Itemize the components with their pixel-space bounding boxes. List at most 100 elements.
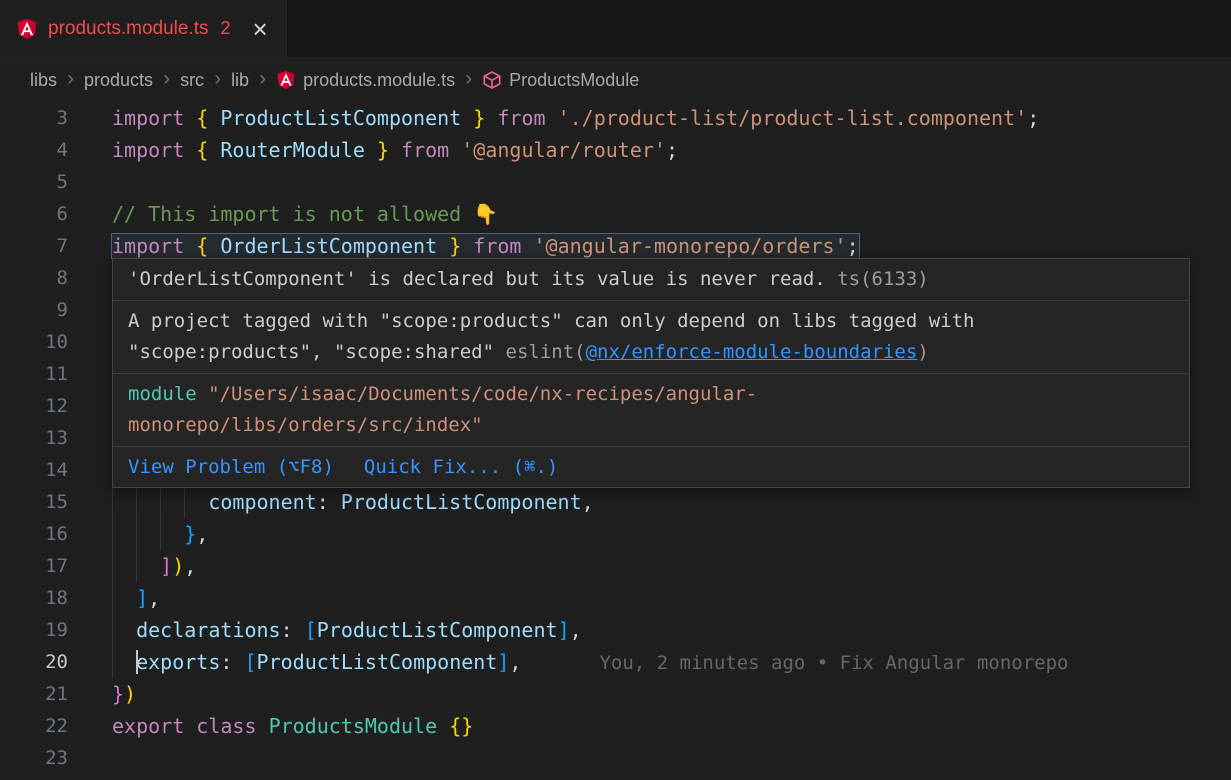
hover-text: 'OrderListComponent' is declared but its…	[128, 268, 826, 290]
breadcrumb: libs›products›src›lib›products.module.ts…	[0, 58, 1231, 102]
indent-guide	[184, 486, 185, 518]
editor-tab-bar: products.module.ts 2 ×	[0, 0, 1231, 58]
code-token: }	[473, 106, 485, 130]
module-symbol-icon	[482, 70, 502, 90]
quick-fix-action[interactable]: Quick Fix... (⌘.)	[364, 452, 558, 482]
code-token: import	[112, 234, 184, 258]
code-token	[184, 138, 196, 162]
code-line-21[interactable]: 21})	[0, 678, 1231, 710]
code-token: import	[112, 106, 184, 130]
indent-guide	[112, 486, 113, 518]
code-line-text: declarations: [ProductListComponent],	[112, 614, 582, 646]
code-line-text: },	[112, 518, 208, 550]
breadcrumb-label: libs	[30, 70, 57, 91]
code-token: ,	[570, 618, 582, 642]
code-token: ,	[184, 554, 196, 578]
breadcrumb-label: products	[84, 70, 153, 91]
code-token: {	[196, 138, 208, 162]
code-line-5[interactable]: 5	[0, 166, 1231, 198]
code-line-17[interactable]: 17 ]),	[0, 550, 1231, 582]
code-token: }	[377, 138, 389, 162]
code-token: OrderListComponent	[220, 234, 437, 258]
line-number: 23	[0, 742, 68, 774]
code-line-text: ]),	[112, 550, 196, 582]
text-cursor	[136, 650, 138, 674]
hover-text-line: 'OrderListComponent' is declared but its…	[128, 264, 1174, 295]
hover-text: "/Users/isaac/Documents/code/nx-recipes/…	[197, 383, 758, 405]
code-token: ;	[666, 138, 678, 162]
code-token	[184, 714, 196, 738]
line-number: 17	[0, 550, 68, 582]
indent-guide	[112, 518, 113, 550]
indent-guide	[112, 550, 113, 582]
breadcrumb-item-products[interactable]: products	[84, 70, 153, 91]
code-line-text: exports: [ProductListComponent],You, 2 m…	[112, 646, 1068, 678]
code-token	[208, 106, 220, 130]
hover-text-line: module "/Users/isaac/Documents/code/nx-r…	[128, 379, 1174, 410]
code-line-4[interactable]: 4import { RouterModule } from '@angular/…	[0, 134, 1231, 166]
hover-sections: 'OrderListComponent' is declared but its…	[113, 259, 1189, 447]
line-number: 18	[0, 582, 68, 614]
eslint-rule-link[interactable]: @nx/enforce-module-boundaries	[586, 341, 918, 363]
code-line-text: })	[112, 678, 136, 710]
line-number: 10	[0, 326, 68, 358]
git-blame-annotation: You, 2 minutes ago • Fix Angular monorep…	[599, 652, 1068, 674]
code-token: }	[112, 682, 124, 706]
hover-text-line: A project tagged with "scope:products" c…	[128, 306, 1174, 337]
code-line-3[interactable]: 3import { ProductListComponent } from '.…	[0, 102, 1231, 134]
line-number: 16	[0, 518, 68, 550]
error-underlined-statement[interactable]: import { OrderListComponent } from '@ang…	[112, 234, 859, 258]
close-icon[interactable]: ×	[253, 16, 268, 42]
code-line-22[interactable]: 22export class ProductsModule {}	[0, 710, 1231, 742]
code-line-text: import { ProductListComponent } from './…	[112, 102, 1039, 134]
code-token: RouterModule	[220, 138, 365, 162]
code-token	[485, 106, 497, 130]
code-line-23[interactable]: 23	[0, 742, 1231, 774]
code-line-text: // This import is not allowed 👇	[112, 198, 498, 230]
code-token: ProductListComponent	[317, 618, 558, 642]
hover-text-line: monorepo/libs/orders/src/index"	[128, 410, 1174, 441]
code-token: {}	[449, 714, 473, 738]
tab-title: products.module.ts	[48, 18, 209, 40]
code-line-18[interactable]: 18 ],	[0, 582, 1231, 614]
line-number: 7	[0, 230, 68, 262]
code-line-15[interactable]: 15 component: ProductListComponent,	[0, 486, 1231, 518]
code-token: ProductListComponent	[341, 490, 582, 514]
code-line-16[interactable]: 16 },	[0, 518, 1231, 550]
hover-text: A project tagged with "scope:products" c…	[128, 310, 974, 332]
line-number: 8	[0, 262, 68, 294]
line-number: 6	[0, 198, 68, 230]
view-problem-action[interactable]: View Problem (⌥F8)	[128, 452, 334, 482]
code-token: './product-list/product-list.component'	[558, 106, 1028, 130]
breadcrumb-item-src[interactable]: src	[180, 70, 204, 91]
code-token: export	[112, 714, 184, 738]
code-line-text: import { RouterModule } from '@angular/r…	[112, 134, 678, 166]
chevron-right-icon: ›	[465, 68, 472, 89]
breadcrumb-item-products.module.ts[interactable]: products.module.ts	[276, 70, 455, 91]
breadcrumb-item-libs[interactable]: libs	[30, 70, 57, 91]
indent-guide	[112, 582, 113, 614]
line-number: 20	[0, 646, 68, 678]
tab-products-module-ts[interactable]: products.module.ts 2 ×	[0, 0, 287, 57]
breadcrumb-item-productsmodule[interactable]: ProductsModule	[482, 70, 639, 91]
code-line-20[interactable]: 20 exports: [ProductListComponent],You, …	[0, 646, 1231, 678]
code-token	[461, 234, 473, 258]
code-line-6[interactable]: 6 // This import is not allowed 👇	[0, 198, 1231, 230]
code-token: {	[196, 234, 208, 258]
code-token: '@angular-monorepo/orders'	[534, 234, 847, 258]
code-token: [	[305, 618, 317, 642]
code-token: :	[317, 490, 341, 514]
code-token: '@angular/router'	[461, 138, 666, 162]
line-number: 13	[0, 422, 68, 454]
hover-widget: 'OrderListComponent' is declared but its…	[112, 258, 1190, 488]
code-token: class	[196, 714, 256, 738]
code-token: ]	[497, 650, 509, 674]
indent-guide	[112, 614, 113, 646]
code-token: ,	[509, 650, 521, 674]
indent-guide	[136, 550, 137, 582]
code-line-19[interactable]: 19 declarations: [ProductListComponent],	[0, 614, 1231, 646]
breadcrumb-item-lib[interactable]: lib	[231, 70, 249, 91]
code-token	[461, 106, 473, 130]
code-token	[521, 234, 533, 258]
code-token: {	[196, 106, 208, 130]
